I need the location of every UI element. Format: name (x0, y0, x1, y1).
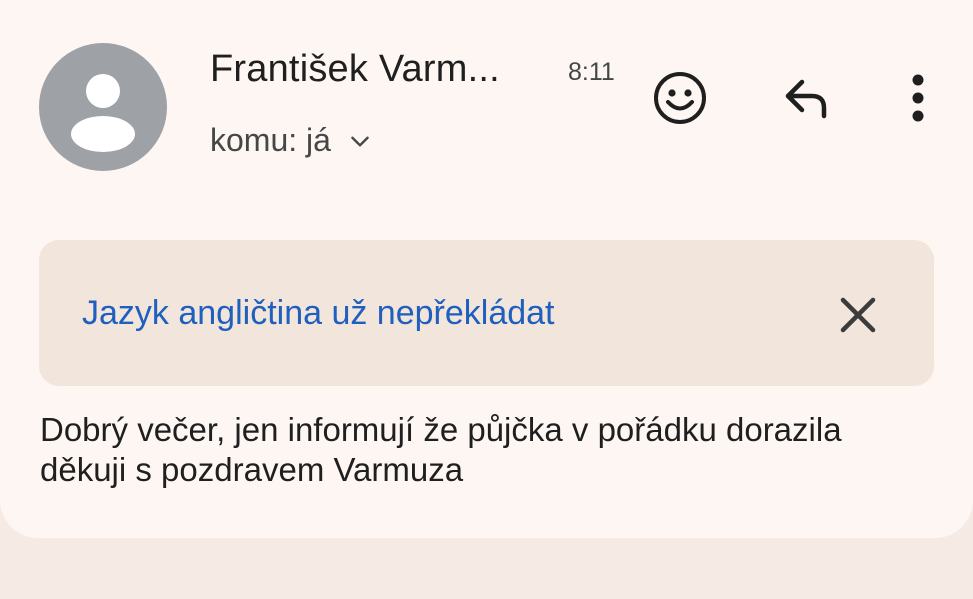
recipient-toggle[interactable]: komu: já (210, 122, 373, 159)
recipient-label: komu: já (210, 122, 331, 158)
email-time: 8:11 (568, 58, 615, 86)
person-avatar-icon (71, 74, 135, 152)
email-card: František Varm... 8:11 komu: já Jazyk an… (0, 0, 973, 538)
reply-icon (785, 79, 827, 119)
dismiss-banner-button[interactable] (836, 293, 880, 337)
more-options-button[interactable] (896, 66, 940, 130)
email-body: Dobrý večer, jen informují že půjčka v p… (40, 411, 842, 488)
close-icon (840, 297, 876, 333)
reply-button[interactable] (774, 66, 838, 130)
chevron-down-icon (351, 136, 369, 147)
add-reaction-button[interactable] (648, 66, 712, 130)
sender-avatar[interactable] (39, 43, 167, 171)
sender-name[interactable]: František Varm... (210, 48, 500, 91)
smiley-icon (654, 72, 706, 124)
more-vert-icon (912, 74, 924, 122)
translation-banner: Jazyk angličtina už nepřekládat (39, 240, 934, 386)
dont-translate-link[interactable]: Jazyk angličtina už nepřekládat (82, 294, 555, 333)
